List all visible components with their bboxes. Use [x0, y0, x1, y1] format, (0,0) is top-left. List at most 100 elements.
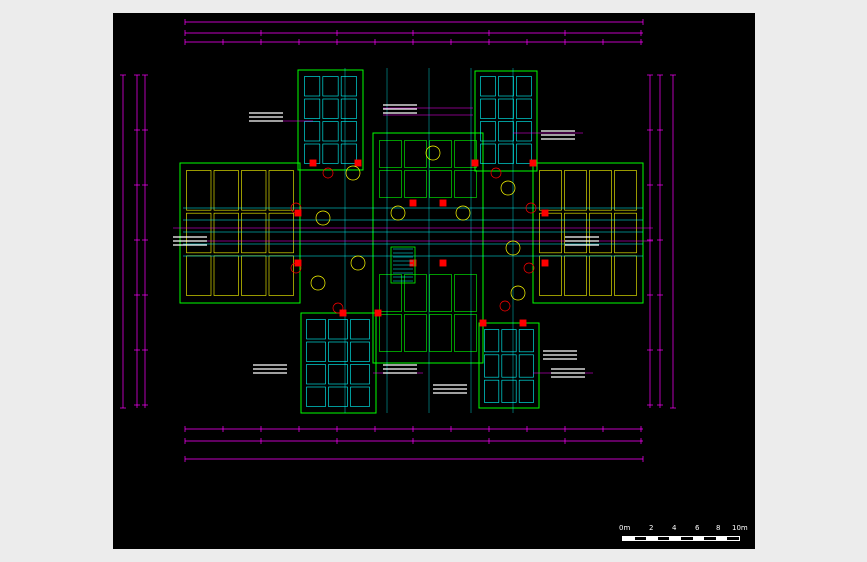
- round-table-symbol: [350, 255, 366, 271]
- room-outline: [306, 341, 326, 362]
- room-outline: [498, 98, 514, 119]
- room-outline: [454, 314, 477, 352]
- room-outline: [480, 76, 496, 97]
- room-outline: [518, 379, 534, 403]
- structural-column: [374, 309, 382, 317]
- structural-column: [479, 319, 487, 327]
- structural-column: [309, 159, 317, 167]
- building-wing-2: [179, 162, 301, 304]
- room-outline: [516, 121, 532, 142]
- structural-column: [541, 209, 549, 217]
- room-outline: [614, 255, 637, 296]
- room-outline: [350, 341, 370, 362]
- scale-label-4: 4: [672, 524, 677, 532]
- room-outline: [564, 170, 587, 211]
- room-outline: [241, 212, 267, 254]
- building-wing-4: [300, 312, 377, 414]
- scale-bar: 0m 2 4 6 8 10m: [619, 524, 748, 546]
- room-outline: [268, 255, 294, 296]
- structural-column: [439, 199, 447, 207]
- structural-column: [541, 259, 549, 267]
- room-outline: [241, 170, 267, 211]
- room-outline: [304, 121, 321, 142]
- building-wing-3: [532, 162, 644, 304]
- room-outline: [186, 212, 212, 254]
- room-outline: [328, 364, 348, 385]
- room-outline: [322, 76, 339, 97]
- structural-column: [471, 159, 479, 167]
- room-outline: [501, 329, 517, 353]
- room-outline: [429, 314, 452, 352]
- room-outline: [379, 140, 402, 168]
- floor-plan-drawing: [120, 19, 676, 462]
- room-outline: [480, 98, 496, 119]
- room-outline: [304, 98, 321, 119]
- room-outline: [539, 212, 562, 254]
- room-outline: [404, 140, 427, 168]
- scale-label-0: 0m: [619, 524, 631, 532]
- room-outline: [304, 76, 321, 97]
- room-outline: [306, 386, 326, 407]
- room-outline: [379, 170, 402, 198]
- room-outline: [516, 76, 532, 97]
- room-outline: [186, 170, 212, 211]
- room-outline: [501, 379, 517, 403]
- round-table-symbol: [310, 275, 326, 291]
- structural-column: [339, 309, 347, 317]
- grid-bubble: [490, 167, 502, 179]
- room-outline: [564, 212, 587, 254]
- room-outline: [516, 143, 532, 164]
- room-outline: [268, 170, 294, 211]
- room-outline: [322, 143, 339, 164]
- room-outline: [589, 170, 612, 211]
- room-outline: [404, 274, 427, 312]
- structural-column: [439, 259, 447, 267]
- room-outline: [213, 255, 239, 296]
- room-outline: [429, 140, 452, 168]
- room-outline: [614, 170, 637, 211]
- room-outline: [589, 212, 612, 254]
- round-table-symbol: [315, 210, 331, 226]
- room-outline: [454, 274, 477, 312]
- room-outline: [484, 329, 500, 353]
- room-outline: [350, 386, 370, 407]
- room-outline: [518, 354, 534, 378]
- structural-column: [354, 159, 362, 167]
- room-outline: [429, 274, 452, 312]
- room-outline: [213, 212, 239, 254]
- room-outline: [404, 170, 427, 198]
- room-outline: [379, 274, 402, 312]
- scale-label-6: 6: [695, 524, 700, 532]
- scale-label-10m: 10m: [732, 524, 748, 532]
- room-outline: [539, 170, 562, 211]
- room-outline: [306, 319, 326, 340]
- scale-label-2: 2: [649, 524, 654, 532]
- room-outline: [340, 121, 357, 142]
- room-outline: [328, 341, 348, 362]
- room-outline: [340, 143, 357, 164]
- room-outline: [518, 329, 534, 353]
- building-wing-1: [474, 70, 538, 172]
- room-outline: [498, 121, 514, 142]
- structural-column: [409, 199, 417, 207]
- cad-drawing-viewport[interactable]: 0m 2 4 6 8 10m: [113, 13, 755, 549]
- building-wing-0: [297, 69, 364, 171]
- scale-label-8: 8: [716, 524, 721, 532]
- room-outline: [350, 364, 370, 385]
- scale-bar-labels: 0m 2 4 6 8 10m: [619, 524, 748, 534]
- building-wing-5: [478, 322, 540, 409]
- room-outline: [498, 76, 514, 97]
- room-outline: [454, 170, 477, 198]
- round-table-symbol: [345, 165, 361, 181]
- room-outline: [350, 319, 370, 340]
- room-outline: [484, 354, 500, 378]
- room-outline: [404, 314, 427, 352]
- room-outline: [241, 255, 267, 296]
- room-outline: [614, 212, 637, 254]
- room-outline: [328, 319, 348, 340]
- room-outline: [379, 314, 402, 352]
- room-outline: [328, 386, 348, 407]
- room-outline: [186, 255, 212, 296]
- structural-column: [519, 319, 527, 327]
- room-outline: [268, 212, 294, 254]
